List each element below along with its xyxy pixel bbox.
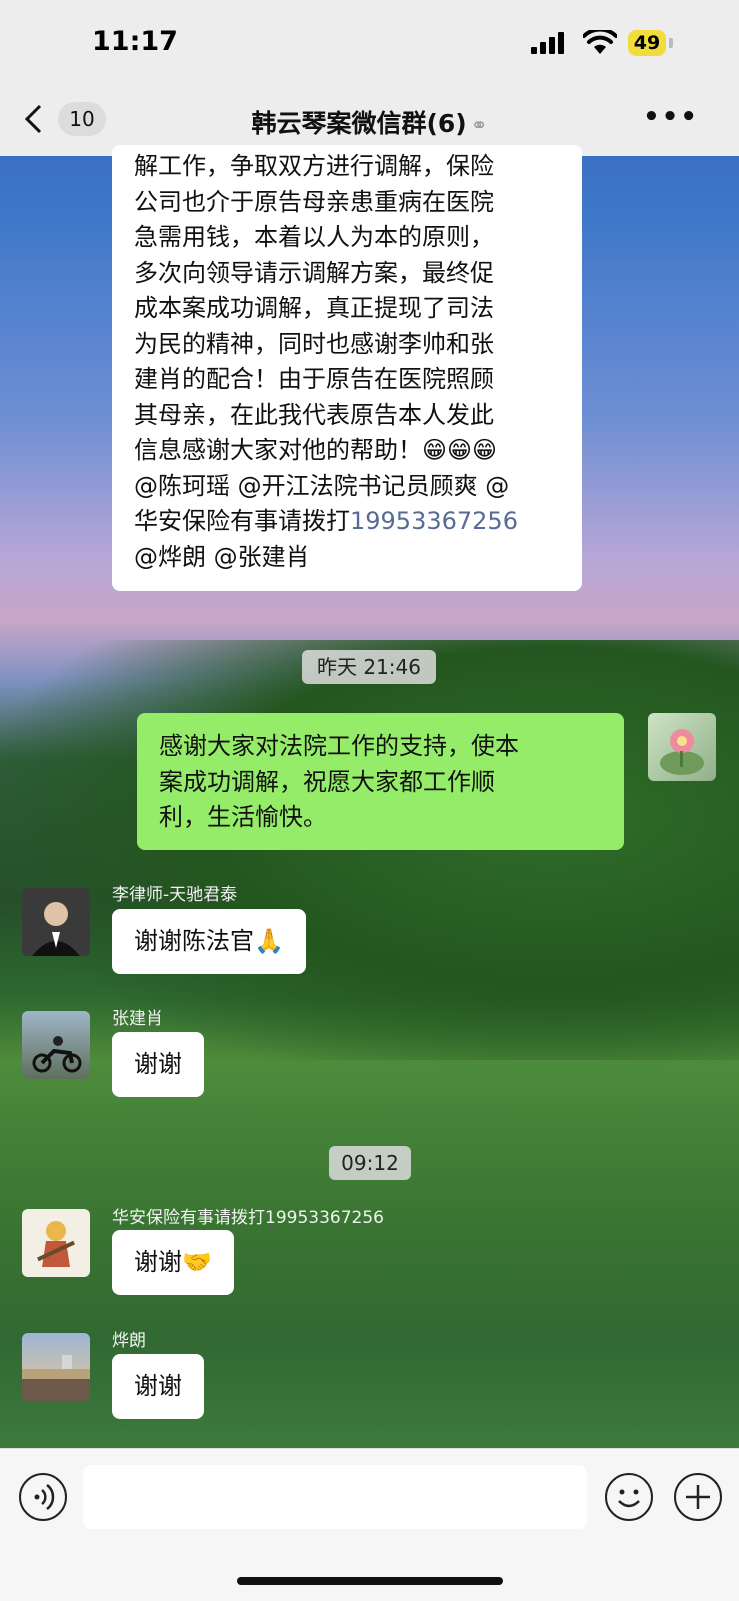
emoji-icon[interactable] [605,1473,653,1521]
message-bubble[interactable]: 谢谢 [112,1354,204,1419]
message-line: 利，生活愉快。 [159,803,327,831]
motorcycle-icon [32,1036,82,1073]
battery-icon: 49 [628,30,666,56]
more-icon[interactable]: ••• [643,102,699,132]
voice-icon[interactable] [19,1473,67,1521]
message-line: @陈珂瑶 @开江法院书记员顾爽 @ [134,471,510,500]
status-bar: 11:17 49 [0,0,739,88]
sender-name: 李律师-天驰君泰 [112,885,238,905]
avatar-insurance[interactable] [22,1209,90,1277]
phone-link[interactable]: 19953367256 [350,507,518,535]
message-line: 解工作，争取双方进行调解，保险 [134,152,494,180]
message-text: 谢谢陈法官🙏 [134,927,284,955]
message-line: 急需用钱，本着以人为本的原则， [134,223,494,251]
sender-name: 华安保险有事请拨打19953367256 [112,1208,384,1228]
message-line: 信息感谢大家对他的帮助！😁😁😁 [134,436,498,464]
message-line: 其母亲，在此我代表原告本人发此 [134,400,494,429]
timestamp: 09:12 [329,1146,411,1180]
message-line: 多次向领导请示调解方案，最终促 [134,258,494,287]
mention-text: 华安保险有事请拨打 [134,507,350,535]
signal-icon [531,32,564,54]
chat-title-text: 韩云琴案微信群(6) [251,109,467,138]
person-icon [22,888,90,956]
chat-title: 韩云琴案微信群(6) ⚭ [0,104,739,140]
message-line: @烨朗 @张建肖 [134,542,310,571]
message-line: 建肖的配合！由于原告在医院照顾 [134,365,494,393]
message-text: 谢谢🤝 [134,1248,212,1276]
background-hill [0,640,739,1080]
message-line: 成本案成功调解，真正提现了司法 [134,294,494,322]
message-input[interactable] [83,1465,587,1529]
message-bubble-long[interactable]: 解工作，争取双方进行调解，保险 公司也介于原告母亲患重病在医院 急需用钱，本着以… [112,145,582,591]
ear-icon: ⚭ [470,113,488,137]
home-indicator[interactable] [237,1577,503,1585]
avatar-yelang[interactable] [22,1333,90,1401]
flower-icon [660,729,704,775]
message-line: 华安保险有事请拨打19953367256 [134,504,560,540]
landscape-icon [22,1355,90,1401]
message-bubble[interactable]: 谢谢陈法官🙏 [112,909,306,974]
plus-icon[interactable] [674,1473,722,1521]
message-line: 案成功调解，祝愿大家都工作顺 [159,767,495,796]
message-bubble[interactable]: 谢谢 [112,1032,204,1097]
timestamp: 昨天 21:46 [302,650,436,684]
status-time: 11:17 [92,26,178,57]
battery-tip [669,38,673,48]
message-bubble[interactable]: 谢谢🤝 [112,1230,234,1295]
wifi-icon [583,30,617,54]
sender-name: 烨朗 [112,1331,146,1351]
message-text: 谢谢 [134,1050,182,1078]
background-water [0,1060,739,1460]
message-bubble-self[interactable]: 感谢大家对法院工作的支持，使本 案成功调解，祝愿大家都工作顺 利，生活愉快。 [137,713,624,850]
cartoon-icon [37,1221,75,1267]
avatar-zhangjianxiao[interactable] [22,1011,90,1079]
message-line: 为民的精神，同时也感谢李帅和张 [134,329,494,358]
avatar-self[interactable] [648,713,716,781]
message-text: 谢谢 [134,1372,182,1400]
message-line: 公司也介于原告母亲患重病在医院 [134,187,494,216]
message-line: 感谢大家对法院工作的支持，使本 [159,732,519,760]
avatar-lawyer[interactable] [22,888,90,956]
sender-name: 张建肖 [112,1009,163,1029]
